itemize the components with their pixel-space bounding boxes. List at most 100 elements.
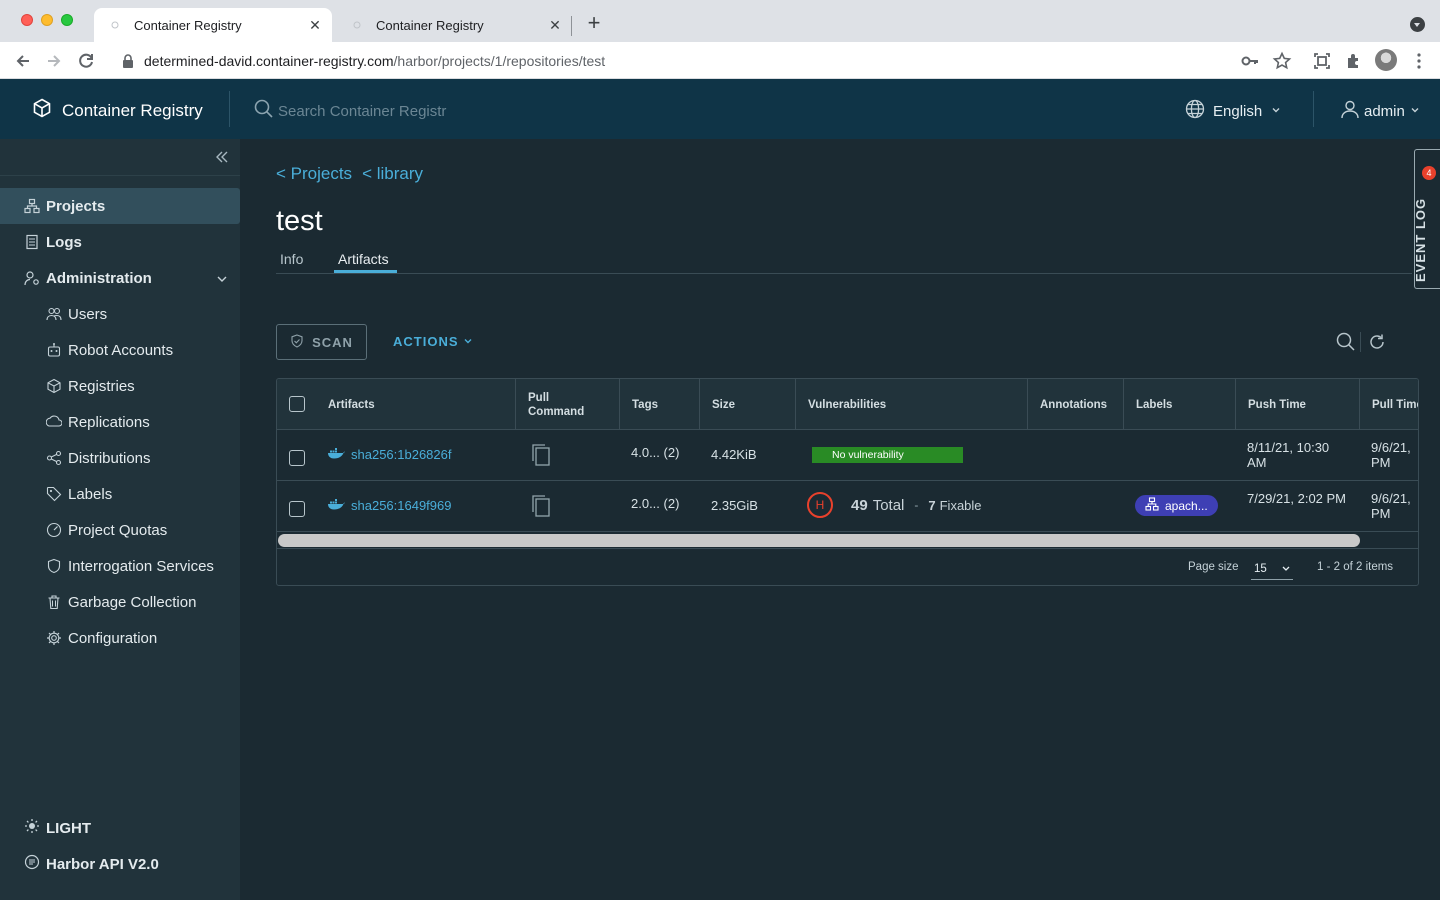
sidebar-item-distributions[interactable]: Distributions [0, 440, 240, 476]
user-menu[interactable]: admin [1340, 99, 1421, 123]
search-icon[interactable] [1336, 332, 1356, 352]
column-header-push-time[interactable]: Push Time [1236, 379, 1359, 430]
labels-icon [46, 486, 62, 502]
tab-search-icon[interactable] [1410, 17, 1425, 32]
new-tab-icon[interactable]: + [584, 12, 604, 34]
chevron-down-icon [1409, 103, 1421, 120]
row-checkbox[interactable] [289, 501, 305, 517]
row-checkbox[interactable] [289, 450, 305, 466]
column-header-artifacts[interactable]: Artifacts [316, 379, 515, 430]
sidebar-item-label: Configuration [68, 629, 158, 647]
no-vulnerability-badge[interactable]: No vulnerability [812, 447, 963, 463]
theme-toggle[interactable]: LIGHT [24, 818, 91, 838]
browser-tab-active[interactable]: Container Registry ✕ [94, 8, 332, 42]
browser-menu-icon[interactable] [1409, 51, 1429, 71]
tab-info[interactable]: Info [280, 251, 303, 267]
copy-icon[interactable] [531, 495, 551, 517]
artifact-link[interactable]: sha256:1649f969 [327, 498, 451, 513]
sun-icon [24, 818, 40, 838]
profile-avatar[interactable] [1375, 49, 1397, 71]
global-search[interactable]: Search Container Registr [254, 99, 446, 123]
column-divider [1359, 379, 1360, 430]
screen-capture-icon[interactable] [1312, 51, 1332, 71]
breadcrumb-library[interactable]: < library [362, 164, 423, 184]
sidebar-item-projects[interactable]: Projects [0, 188, 240, 224]
search-input[interactable]: Search Container Registr [278, 103, 446, 120]
sidebar-item-label: Projects [46, 197, 106, 215]
bookmark-star-icon[interactable] [1272, 51, 1292, 71]
sidebar-divider [0, 175, 240, 176]
tab-close-icon[interactable]: ✕ [546, 16, 564, 34]
scan-button[interactable]: SCAN [276, 324, 367, 360]
actions-dropdown[interactable]: ACTIONS [393, 334, 473, 349]
page-size-select[interactable]: 15 [1251, 560, 1293, 580]
extensions-icon[interactable] [1344, 51, 1364, 71]
table-row: sha256:1b26826f 4.0... (2) 4.42KiB No vu… [277, 430, 1418, 481]
scan-label: SCAN [312, 334, 353, 350]
language-selector[interactable]: English [1185, 99, 1282, 123]
chevron-down-icon [216, 272, 228, 284]
brand[interactable]: Container Registry [32, 98, 203, 123]
sidebar-item-registries[interactable]: Registries [0, 368, 240, 404]
tags-value[interactable]: 4.0... (2) [631, 445, 679, 460]
sidebar-item-users[interactable]: Users [0, 296, 240, 332]
sidebar-item-garbage-collection[interactable]: Garbage Collection [0, 584, 240, 620]
label-badge[interactable]: apach... [1135, 495, 1218, 516]
event-log-label[interactable]: EVENT LOG [1413, 198, 1428, 282]
header-divider [1313, 91, 1314, 127]
sidebar-item-configuration[interactable]: Configuration [0, 620, 240, 656]
sidebar-item-replications[interactable]: Replications [0, 404, 240, 440]
label-tree-icon [1145, 497, 1159, 514]
column-header-pull-time[interactable]: Pull Time [1360, 379, 1418, 430]
column-header-labels[interactable]: Labels [1124, 379, 1235, 430]
push-time-value: 8/11/21, 10:30 AM [1247, 440, 1330, 470]
column-divider [795, 379, 796, 430]
back-icon[interactable] [12, 50, 34, 72]
sidebar-item-logs[interactable]: Logs [0, 224, 240, 260]
brand-name: Container Registry [62, 100, 203, 120]
header-divider [229, 91, 230, 127]
sidebar-item-robot-accounts[interactable]: Robot Accounts [0, 332, 240, 368]
separator-dash: - [914, 498, 919, 512]
tags-value[interactable]: 2.0... (2) [631, 496, 679, 511]
api-link[interactable]: Harbor API V2.0 [24, 854, 159, 874]
forward-icon[interactable] [43, 50, 65, 72]
vulnerability-summary[interactable]: H 49 Total - 7 Fixable [807, 492, 982, 518]
browser-tab-inactive[interactable]: Container Registry ✕ [336, 8, 572, 42]
column-header-tags[interactable]: Tags [620, 379, 699, 430]
select-all-checkbox[interactable] [289, 396, 305, 412]
sidebar-item-interrogation-services[interactable]: Interrogation Services [0, 548, 240, 584]
scrollbar-thumb[interactable] [278, 534, 1360, 547]
url-host: determined-david.container-registry.com [144, 52, 394, 69]
sidebar-item-administration[interactable]: Administration [0, 260, 240, 296]
sidebar-item-labels[interactable]: Labels [0, 476, 240, 512]
column-header-size[interactable]: Size [700, 379, 795, 430]
sidebar-item-label: Logs [46, 233, 82, 251]
chevron-down-icon [463, 334, 473, 349]
window-minimize-button[interactable] [41, 14, 53, 26]
pull-time-value: 9/6/21, PM [1371, 440, 1411, 470]
horizontal-scrollbar[interactable] [277, 532, 1418, 549]
app-header: Container Registry Search Container Regi… [0, 79, 1440, 139]
push-time-value: 7/29/21, 2:02 PM [1247, 491, 1347, 506]
tab-title: Container Registry [134, 17, 242, 33]
column-header-vulnerabilities[interactable]: Vulnerabilities [796, 379, 1027, 430]
sidebar-item-project-quotas[interactable]: Project Quotas [0, 512, 240, 548]
breadcrumb-projects[interactable]: < Projects [276, 164, 352, 184]
sidebar-item-label: Garbage Collection [68, 593, 197, 611]
tab-artifacts[interactable]: Artifacts [338, 251, 389, 267]
window-close-button[interactable] [21, 14, 33, 26]
key-icon[interactable] [1240, 51, 1260, 71]
refresh-icon[interactable] [1367, 332, 1387, 352]
collapse-sidebar-icon[interactable] [214, 149, 230, 165]
artifact-link[interactable]: sha256:1b26826f [327, 447, 451, 462]
column-header-annotations[interactable]: Annotations [1028, 379, 1123, 430]
url-field[interactable]: determined-david.container-registry.com /… [108, 46, 1304, 75]
column-divider [1027, 379, 1028, 430]
window-zoom-button[interactable] [61, 14, 73, 26]
column-header-pull-command[interactable]: Pull Command [516, 379, 620, 430]
copy-icon[interactable] [531, 444, 551, 466]
tab-favicon-icon [350, 18, 364, 32]
tab-close-icon[interactable]: ✕ [306, 16, 324, 34]
reload-icon[interactable] [75, 50, 97, 72]
